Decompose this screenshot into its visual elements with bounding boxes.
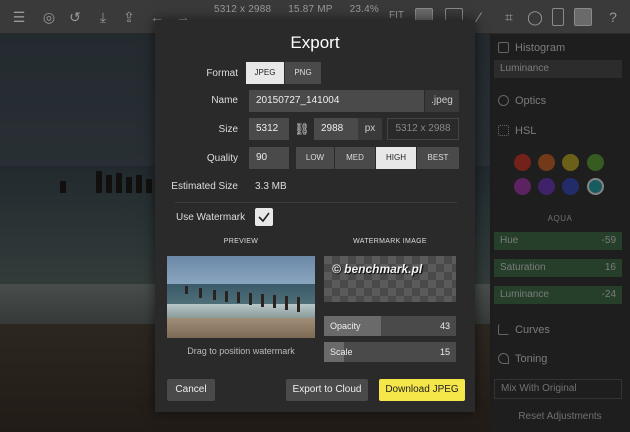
cancel-button[interactable]: Cancel [167,379,215,401]
divider [175,202,457,203]
preview-post [237,292,240,303]
watermark-logo-text: © benchmark.pl [332,262,423,276]
format-jpeg-button[interactable]: JPEG [246,62,284,84]
watermark-image-box[interactable]: © benchmark.pl [324,256,456,302]
preview-heading: PREVIEW [223,238,259,245]
adjust-icon[interactable]: ◯ [526,8,544,26]
size-display: 5312 x 2988 [387,118,459,140]
preview-sand [167,318,315,338]
history-icon[interactable]: ↺ [66,8,84,26]
preview-post [285,296,288,310]
panel-overlay [490,34,630,432]
format-label: Format [206,68,238,79]
preview-surf [167,304,315,318]
zoom-level: 23.4% [349,4,379,15]
image-megapixels: 15.87 MP [288,4,333,15]
menu-icon[interactable]: ☰ [10,8,28,26]
quality-med-button[interactable]: MED [335,147,375,169]
quality-high-button[interactable]: HIGH [376,147,416,169]
opacity-label: Opacity [330,321,361,331]
preview-post [249,293,252,305]
estimated-size-label: Estimated Size [171,181,238,192]
layers-icon[interactable]: ◎ [40,8,58,26]
adjustments-panel: Luminance Histogram Optics HSL AQUA Hue -… [490,34,630,432]
preview-post [297,297,300,312]
crop-icon[interactable]: ⌗ [500,8,518,26]
check-icon [258,212,270,223]
quality-label: Quality [206,153,238,164]
preview-post [185,286,188,294]
image-info: 5312 x 2988 15.87 MP 23.4% [214,4,393,15]
quality-low-button[interactable]: LOW [296,147,334,169]
scale-slider[interactable]: Scale 15 [324,342,456,362]
filename-extension: .jpeg [425,90,459,112]
opacity-value: 43 [439,321,450,331]
export-dialog: Export Format JPEG PNG Name .jpeg Size ⛓… [155,20,475,412]
width-input[interactable] [249,118,289,140]
watermark-image-heading: WATERMARK IMAGE [353,238,427,245]
height-input[interactable] [314,118,358,140]
preview-post [199,288,202,298]
download-icon[interactable]: ⤓ [94,8,112,26]
device-icon[interactable] [552,8,564,26]
export-to-cloud-button[interactable]: Export to Cloud [286,379,368,401]
link-aspect-icon[interactable]: ⛓ [291,118,313,140]
scale-value: 15 [439,347,450,357]
preview-sea [167,284,315,304]
format-png-button[interactable]: PNG [285,62,321,84]
download-jpeg-button[interactable]: Download JPEG [379,379,465,401]
grid-off-icon[interactable] [574,8,592,26]
share-icon[interactable]: ⇪ [120,8,138,26]
preview-post [213,290,216,300]
filename-input[interactable] [249,90,424,112]
watermark-checkbox[interactable] [255,208,273,226]
opacity-slider[interactable]: Opacity 43 [324,316,456,336]
dialog-title: Export [290,33,340,52]
preview-post [273,295,276,308]
watermark-label: Use Watermark [176,212,246,223]
watermark-preview[interactable] [167,256,315,338]
preview-post [225,291,228,302]
preview-post [261,294,264,307]
quality-input[interactable] [249,147,289,169]
help-icon[interactable]: ? [604,8,622,26]
preview-sky [167,256,315,284]
name-label: Name [211,95,238,106]
quality-best-button[interactable]: BEST [417,147,459,169]
drag-caption: Drag to position watermark [187,346,295,356]
scale-label: Scale [330,347,353,357]
estimated-size-value: 3.3 MB [255,181,287,192]
size-label: Size [218,124,238,135]
image-dimensions: 5312 x 2988 [214,4,272,15]
size-unit: px [358,118,382,140]
